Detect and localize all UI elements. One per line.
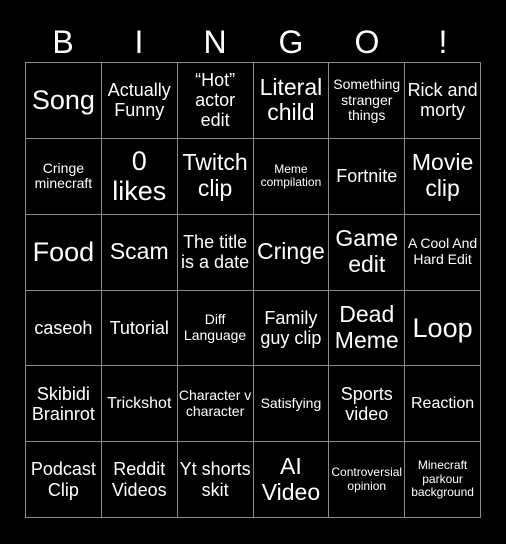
bingo-cell[interactable]: Something stranger things xyxy=(329,63,406,139)
bingo-cell[interactable]: “Hot” actor edit xyxy=(177,63,254,139)
bingo-header: B I N G O ! xyxy=(25,22,481,62)
bingo-cell[interactable]: Controversial opinion xyxy=(329,442,406,518)
bingo-cell[interactable]: Rick and morty xyxy=(405,63,481,139)
header-letter-exclamation: ! xyxy=(438,24,448,60)
bingo-cell[interactable]: Podcast Clip xyxy=(26,442,102,518)
bingo-cell[interactable]: 0 likes xyxy=(101,138,178,215)
bingo-cell[interactable]: The title is a date xyxy=(177,214,254,291)
bingo-cell[interactable]: Cringe xyxy=(253,214,330,291)
bingo-cell[interactable]: Character v character xyxy=(177,366,254,443)
header-letter-g: G xyxy=(278,24,304,60)
bingo-cell[interactable]: Cringe minecraft xyxy=(26,138,102,215)
bingo-cell[interactable]: Dead Meme xyxy=(329,290,406,367)
bingo-cell[interactable]: Diff Language xyxy=(177,290,254,367)
header-letter-b: B xyxy=(52,24,74,60)
bingo-cell[interactable]: Food xyxy=(26,214,102,291)
bingo-cell[interactable]: Minecraft parkour background xyxy=(405,442,481,518)
bingo-cell[interactable]: Fortnite xyxy=(329,138,406,215)
bingo-cell[interactable]: Scam xyxy=(101,214,178,291)
bingo-cell[interactable]: Skibidi Brainrot xyxy=(26,366,102,443)
bingo-cell[interactable]: Song xyxy=(26,63,102,139)
bingo-cell[interactable]: Satisfying xyxy=(253,366,330,443)
bingo-cell[interactable]: Movie clip xyxy=(405,138,481,215)
header-letter-i: I xyxy=(134,24,144,60)
bingo-cell[interactable]: Meme compilation xyxy=(253,138,330,215)
bingo-cell[interactable]: caseoh xyxy=(26,290,102,367)
bingo-cell[interactable]: Actually Funny xyxy=(101,63,178,139)
bingo-cell[interactable]: Sports video xyxy=(329,366,406,443)
bingo-cell[interactable]: Family guy clip xyxy=(253,290,330,367)
bingo-grid: Song Actually Funny “Hot” actor edit Lit… xyxy=(25,62,481,518)
bingo-cell[interactable]: Reddit Videos xyxy=(101,442,178,518)
bingo-cell[interactable]: AI Video xyxy=(253,442,330,518)
header-letter-o: O xyxy=(354,24,380,60)
bingo-cell[interactable]: Tutorial xyxy=(101,290,178,367)
bingo-cell[interactable]: Loop xyxy=(405,290,481,367)
bingo-cell[interactable]: Reaction xyxy=(405,366,481,443)
bingo-cell[interactable]: Game edit xyxy=(329,214,406,291)
bingo-cell[interactable]: A Cool And Hard Edit xyxy=(405,214,481,291)
bingo-cell[interactable]: Literal child xyxy=(253,63,330,139)
header-letter-n: N xyxy=(203,24,227,60)
bingo-cell[interactable]: Twitch clip xyxy=(177,138,254,215)
bingo-cell[interactable]: Yt shorts skit xyxy=(177,442,254,518)
bingo-cell[interactable]: Trickshot xyxy=(101,366,178,443)
